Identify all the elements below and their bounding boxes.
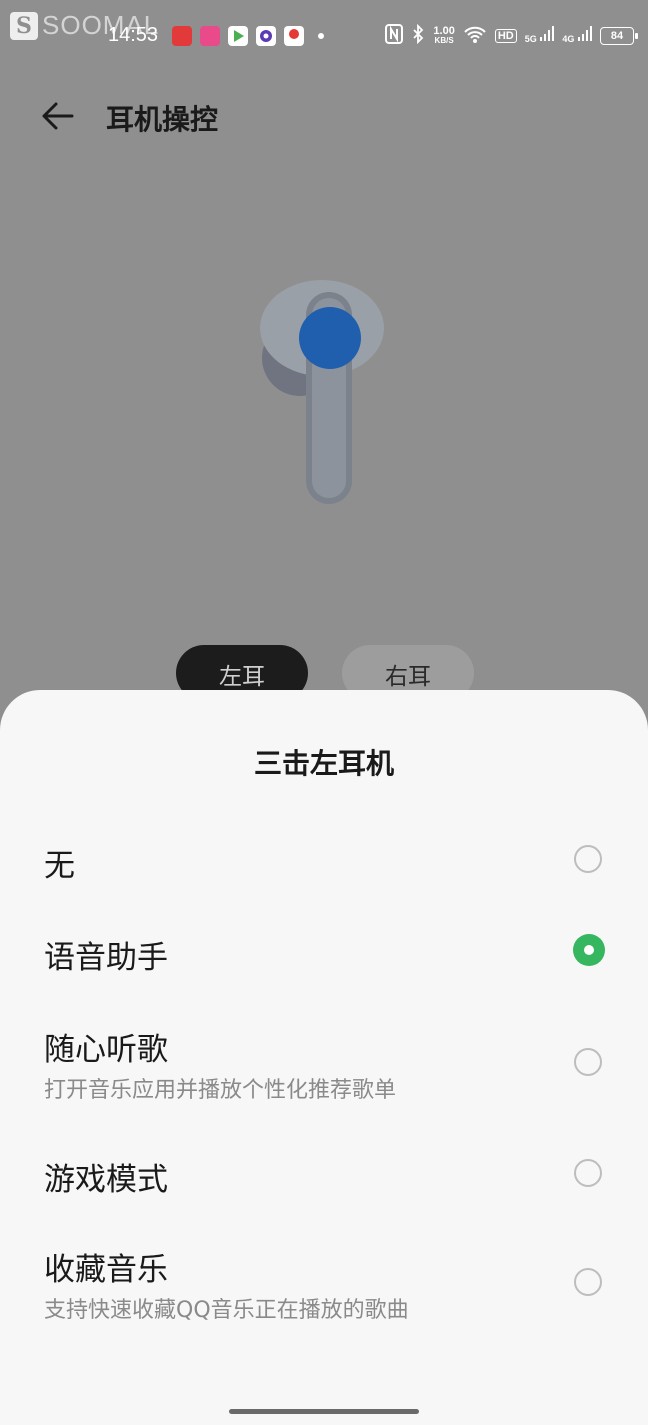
status-bar: S SOOMAL 14:53 1.00 KB/S HD 5G 4G 84 (0, 0, 648, 72)
earbud-illustration (240, 270, 410, 520)
radio-unchecked-icon[interactable] (574, 845, 602, 873)
page-title: 耳机操控 (106, 103, 219, 136)
network-speed-value: 1.00 (433, 24, 455, 37)
signal-5g-icon: 5G (525, 26, 555, 45)
option-none[interactable]: 无 (0, 828, 648, 892)
radio-unchecked-icon[interactable] (574, 1268, 602, 1296)
sheet-title: 三击左耳机 (253, 747, 394, 780)
radio-unchecked-icon[interactable] (574, 1159, 602, 1187)
news-app-icon (172, 26, 192, 46)
notification-icons (172, 26, 304, 46)
watermark-logo-icon: S (10, 11, 38, 40)
nfc-icon (385, 24, 404, 47)
map-app-icon (284, 26, 304, 46)
touch-area-indicator (299, 307, 361, 369)
network-speed: 1.00 KB/S (433, 24, 455, 46)
radio-checked-icon[interactable] (573, 934, 605, 966)
back-button[interactable] (38, 98, 78, 134)
option-label: 无 (44, 848, 75, 884)
player-app-icon (228, 26, 248, 46)
system-icons: 1.00 KB/S HD 5G 4G 84 (385, 23, 638, 47)
signal-5g-label: 5G (524, 34, 537, 44)
option-game-mode[interactable]: 游戏模式 (0, 1142, 648, 1206)
network-speed-unit: KB/S (434, 35, 454, 45)
option-description: 支持快速收藏QQ音乐正在播放的歌曲 (44, 1298, 409, 1323)
option-favorite-music[interactable]: 收藏音乐 支持快速收藏QQ音乐正在播放的歌曲 (0, 1232, 648, 1332)
option-label: 语音助手 (44, 940, 168, 976)
hd-voice-icon: HD (494, 28, 517, 43)
battery-icon: 84 (600, 26, 638, 45)
option-label: 收藏音乐 (44, 1252, 168, 1288)
video-app-icon (200, 26, 220, 46)
more-notifications-dot-icon (318, 33, 324, 39)
arrow-left-icon (42, 102, 74, 130)
option-label: 游戏模式 (44, 1162, 168, 1198)
camera-app-icon (256, 26, 276, 46)
signal-4g-label: 4G (562, 34, 575, 44)
home-indicator[interactable] (229, 1409, 419, 1414)
bluetooth-icon (411, 23, 425, 47)
option-listen-music[interactable]: 随心听歌 打开音乐应用并播放个性化推荐歌单 (0, 1012, 648, 1112)
option-label: 随心听歌 (44, 1032, 168, 1068)
status-time: 14:53 (108, 24, 159, 46)
signal-4g-icon: 4G (562, 26, 592, 45)
radio-unchecked-icon[interactable] (574, 1048, 602, 1076)
option-voice-assistant[interactable]: 语音助手 (0, 920, 648, 984)
wifi-icon (463, 24, 487, 47)
option-description: 打开音乐应用并播放个性化推荐歌单 (44, 1078, 397, 1103)
action-bottom-sheet: 三击左耳机 无 语音助手 随心听歌 打开音乐应用并播放个性化推荐歌单 游戏模式 … (0, 690, 648, 1425)
